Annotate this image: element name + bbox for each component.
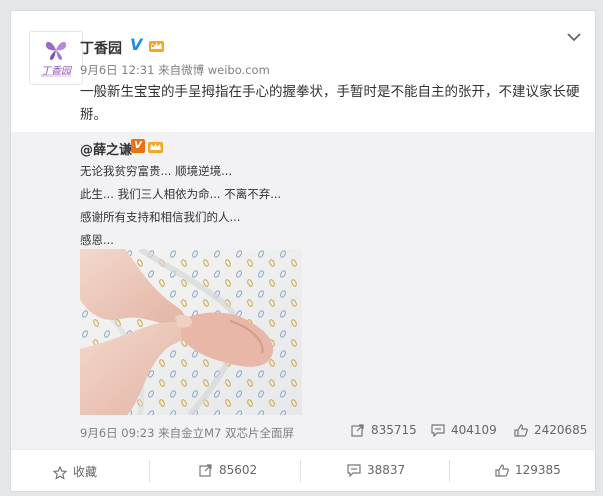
repost-line: 感谢所有支持和相信我们的人... xyxy=(80,210,241,224)
post-text: 一般新生宝宝的手呈拇指在手心的握拳状，手暂时是不能自主的张开，不建议家长硬掰。 xyxy=(80,84,580,123)
like-icon xyxy=(514,424,528,437)
repost-line: 感恩... xyxy=(80,233,114,247)
favorite-button[interactable]: 收藏 xyxy=(53,463,97,480)
repost-user[interactable]: @薛之谦 xyxy=(80,139,132,158)
star-icon xyxy=(53,465,67,480)
like-button[interactable]: 129385 xyxy=(495,463,561,477)
post-source[interactable]: 来自微博 weibo.com xyxy=(158,63,270,77)
repost-like-count[interactable]: 2420685 xyxy=(514,423,587,437)
repost-line: 此生... 我们三人相依为命... 不离不弃... xyxy=(80,187,282,201)
like-icon xyxy=(495,464,509,477)
vip-crown-icon xyxy=(148,142,163,153)
repost-photo[interactable] xyxy=(80,249,302,415)
avatar-brand-url: www.DXY.cn xyxy=(40,73,72,79)
author-name[interactable]: 丁香园 xyxy=(80,38,122,58)
comment-icon xyxy=(431,424,445,437)
repost-share-count[interactable]: 835715 xyxy=(351,423,417,437)
repost-time[interactable]: 9月6日 09:23 xyxy=(80,426,154,440)
post-meta: 9月6日 12:31 来自微博 weibo.com xyxy=(80,62,270,78)
verified-icon: V xyxy=(130,35,143,54)
divider xyxy=(449,460,450,482)
verified-icon: V xyxy=(131,139,145,153)
post-time[interactable]: 9月6日 12:31 xyxy=(80,63,154,77)
repost-source[interactable]: 来自金立M7 双芯片全面屏 xyxy=(158,426,294,440)
repost-block: @薛之谦 V 无论我贫穷富贵... 顺境逆境... 此生... 我们三人相依为命… xyxy=(11,132,595,449)
chevron-down-icon[interactable] xyxy=(566,31,582,43)
action-bar: 收藏 85602 38837 129385 xyxy=(11,449,595,492)
divider xyxy=(300,460,301,482)
comment-icon xyxy=(347,464,361,477)
share-icon xyxy=(199,464,212,477)
share-icon xyxy=(351,424,364,437)
weibo-card: 丁香园 www.DXY.cn 丁香园 V 9月6日 12:31 来自微博 wei… xyxy=(10,10,596,492)
butterfly-logo-icon xyxy=(45,41,67,60)
divider xyxy=(149,460,150,482)
comment-button[interactable]: 38837 xyxy=(347,463,405,477)
avatar[interactable]: 丁香园 www.DXY.cn xyxy=(29,31,83,85)
repost-comment-count[interactable]: 404109 xyxy=(431,423,497,437)
share-button[interactable]: 85602 xyxy=(199,463,257,477)
vip-crown-icon xyxy=(149,41,164,52)
repost-line: 无论我贫穷富贵... 顺境逆境... xyxy=(80,164,233,178)
repost-meta: 9月6日 09:23 来自金立M7 双芯片全面屏 xyxy=(80,425,294,441)
